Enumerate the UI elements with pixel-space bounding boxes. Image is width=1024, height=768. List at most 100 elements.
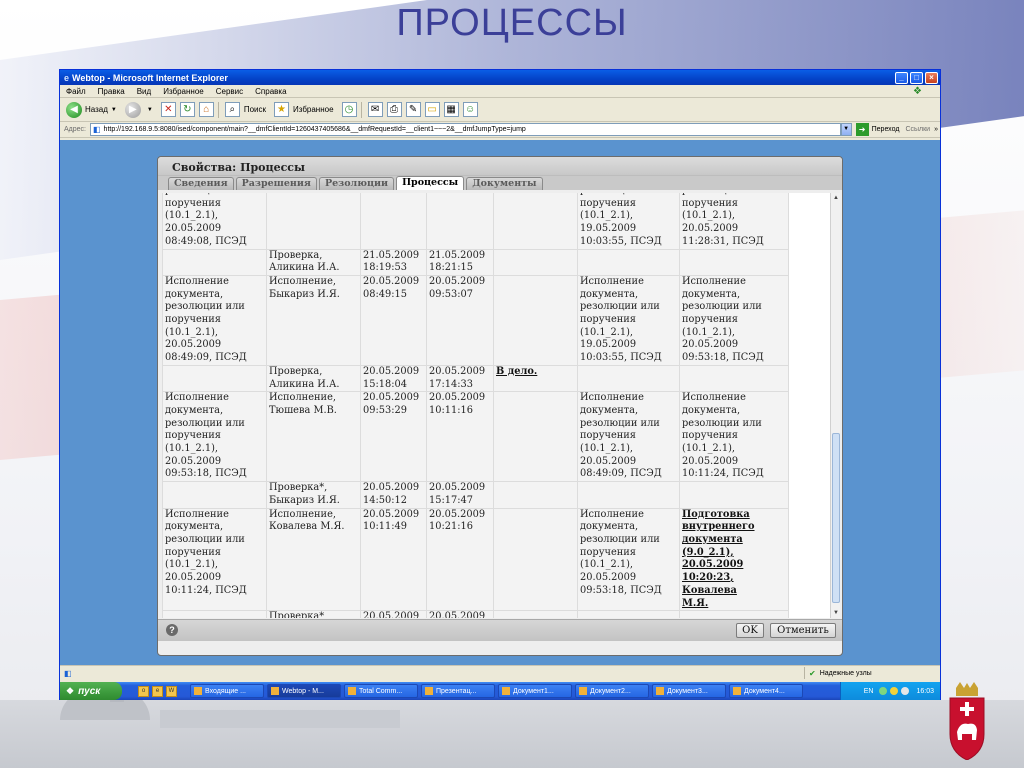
tab-processes[interactable]: Процессы [396,176,465,190]
history-icon[interactable]: ◷ [341,102,357,117]
table-cell-c1: Исполнение документа, резолюции или пору… [162,507,267,612]
edit-icon[interactable]: ✎ [405,102,421,117]
tab-documents[interactable]: Документы [466,177,543,190]
favorites-label: Избранное [293,105,334,114]
research-icon[interactable]: ▦ [443,102,459,117]
page-content: Свойства: Процессы Сведения Разрешения Р… [60,140,940,665]
tab-permissions[interactable]: Разрешения [235,177,317,190]
outlook-icon[interactable]: o [138,685,149,697]
zone-label: Надежные узлы [819,669,872,677]
slide-title: ПРОЦЕССЫ [396,2,628,44]
table-cell-c5 [493,248,578,276]
browser-icon[interactable]: e [152,685,163,697]
back-button[interactable]: ◀ Назад ▼ [66,101,117,118]
table-cell-c1 [162,364,267,393]
favorites-button[interactable]: ★ Избранное [274,102,334,117]
check-icon: ✔ [809,668,816,678]
table-cell-c5 [493,193,578,250]
tab-resolutions[interactable]: Резолюции [318,177,395,190]
taskbar-task[interactable]: Презентац... [421,684,495,698]
back-arrow-icon: ◀ [66,101,82,118]
go-arrow-icon: ➜ [855,123,869,136]
refresh-icon[interactable]: ↻ [179,102,195,117]
task-label: Документ2... [590,687,631,695]
table-cell-c6 [577,248,680,276]
help-icon[interactable]: ? [166,624,178,636]
print-icon[interactable]: ⎙ [386,102,402,117]
taskbar-task[interactable]: Документ1... [498,684,572,698]
word-icon[interactable]: W [166,685,177,697]
menu-favorites[interactable]: Избранное [163,87,204,96]
go-button[interactable]: ➜ Переход [855,123,899,136]
app-icon [425,687,433,695]
table-scrollbar[interactable]: ▲ ▼ [830,193,840,618]
menu-edit[interactable]: Правка [98,87,125,96]
taskbar-task[interactable]: Документ3... [652,684,726,698]
scroll-thumb[interactable] [832,433,840,603]
search-button[interactable]: ⌕ Поиск [224,102,266,117]
menu-bar: Файл Правка Вид Избранное Сервис Справка… [60,85,940,98]
chevron-right-icon[interactable]: » [934,126,938,133]
cancel-button[interactable]: Отменить [770,623,836,638]
links-button[interactable]: Ссылки [905,126,930,133]
table-cell-c7: Исполнение документа, резолюции или пору… [679,274,789,366]
taskbar-task[interactable]: Webtop - M... [267,684,341,698]
close-button[interactable]: × [925,71,938,84]
start-label: пуск [78,685,101,697]
security-zone: ✔ Надежные узлы [804,667,940,679]
table-cell-c3: 20.05.2009 10:11:49 [360,507,427,612]
scroll-up-icon[interactable]: ▲ [831,193,841,203]
table-cell-c6: Исполнение документа, резолюции или пору… [577,391,680,483]
tab-info[interactable]: Сведения [168,177,234,190]
menu-help[interactable]: Справка [255,87,286,96]
quick-launch: o e W [138,685,180,697]
app-icon [656,687,664,695]
page-done-icon: ◧ [64,668,72,678]
forward-arrow-icon: ▶ [124,101,141,118]
forward-button[interactable]: ▶ ▼ [124,101,153,118]
table-cell-c5 [493,391,578,483]
home-icon[interactable]: ⌂ [198,102,214,117]
table-cell-c1: резолюции или поручения (10.1_2.1), 20.0… [162,193,267,250]
antivirus-icon[interactable] [890,687,899,695]
maximize-button[interactable]: □ [910,71,923,84]
table-cell-c2: Проверка, Аликина И.А. [266,248,361,276]
folder-icon[interactable]: ▭ [424,102,440,117]
back-label: Назад [85,105,108,114]
search-label: Поиск [243,105,266,114]
menu-file[interactable]: Файл [66,87,86,96]
table-cell-c6 [577,364,680,393]
messenger-icon[interactable]: ☺ [462,102,478,117]
table-cell-c1: Исполнение документа, резолюции или пору… [162,274,267,366]
table-cell-c4: 21.05.2009 18:21:15 [426,248,494,276]
table-cell-c7[interactable]: Подготовка внутреннего документа (9.0_2.… [679,507,789,612]
taskbar-task[interactable]: Документ2... [575,684,649,698]
properties-dialog: Свойства: Процессы Сведения Разрешения Р… [157,156,843,656]
menu-tools[interactable]: Сервис [216,87,243,96]
address-dropdown-chevron-icon[interactable]: ▼ [840,123,852,136]
ok-button[interactable]: OK [736,623,764,638]
table-cell-c5[interactable]: В дело. [493,364,578,393]
window-titlebar: e Webtop - Microsoft Internet Explorer _… [60,70,940,85]
volume-icon[interactable] [901,687,910,695]
table-cell-c5 [493,274,578,366]
taskbar-task[interactable]: Входящие ... [190,684,264,698]
address-input[interactable]: ◧ http://192.168.9.5:8080/ised/component… [89,123,841,136]
network-icon[interactable] [879,687,888,695]
taskbar-task[interactable]: Total Comm... [344,684,418,698]
task-label: Документ3... [667,687,708,695]
language-indicator[interactable]: EN [864,688,874,695]
minimize-button[interactable]: _ [895,71,908,84]
app-icon [194,687,202,695]
mail-icon[interactable]: ✉ [367,102,383,117]
start-button[interactable]: ❖ пуск [60,682,122,700]
table-cell-c7: резолюции или поручения (10.1_2.1), 20.0… [679,193,789,250]
taskbar-task[interactable]: Документ4... [729,684,803,698]
dialog-tabs: Сведения Разрешения Резолюции Процессы Д… [158,176,842,190]
table-cell-c6: Исполнение документа, резолюции или пору… [577,274,680,366]
stop-icon[interactable]: ✕ [160,102,176,117]
table-cell-c2: Исполнение, Быкариз И.Я. [266,274,361,366]
scroll-down-icon[interactable]: ▼ [831,608,841,618]
menu-view[interactable]: Вид [137,87,151,96]
table-cell-c4: 20.05.2009 10:11:16 [426,391,494,483]
